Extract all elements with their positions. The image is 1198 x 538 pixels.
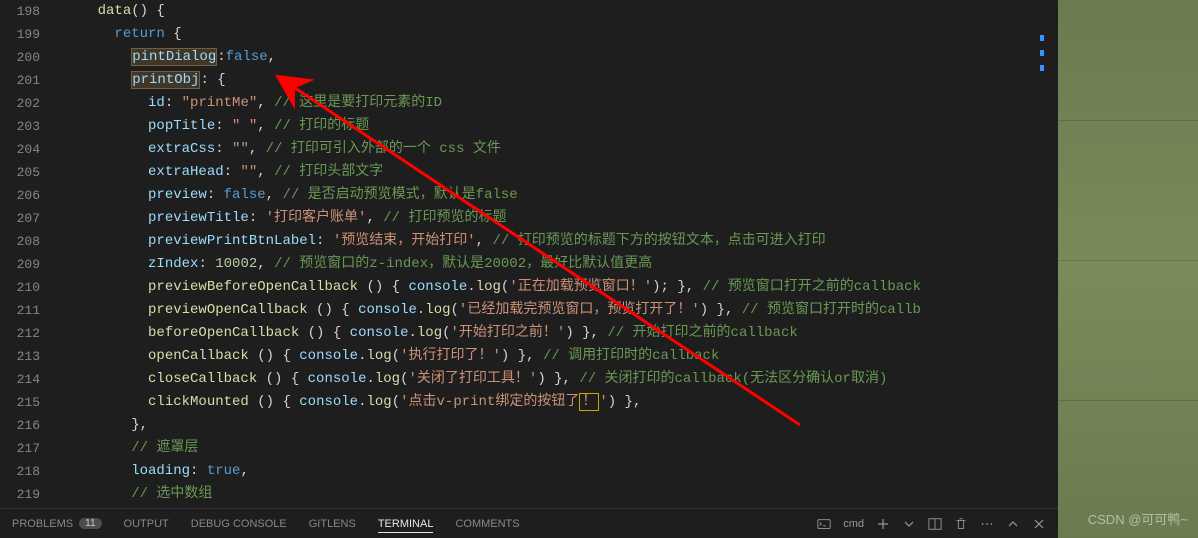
- code-line[interactable]: // 遮罩层: [64, 437, 1058, 460]
- line-number: 218: [0, 460, 40, 483]
- line-number: 198: [0, 0, 40, 23]
- terminal-icon: [817, 517, 831, 531]
- new-terminal-icon[interactable]: [876, 517, 890, 531]
- code-content[interactable]: data() { return { pintDialog:false, prin…: [60, 0, 1058, 508]
- trash-icon[interactable]: [954, 517, 968, 531]
- line-number: 202: [0, 92, 40, 115]
- maximize-icon[interactable]: [1006, 517, 1020, 531]
- code-line[interactable]: printObj: {: [64, 69, 1058, 92]
- line-number: 200: [0, 46, 40, 69]
- split-terminal-icon[interactable]: [928, 517, 942, 531]
- tab-output[interactable]: OUTPUT: [124, 518, 169, 530]
- watermark: CSDN @可可鸭~: [1088, 509, 1188, 528]
- code-line[interactable]: extraHead: "", // 打印头部文字: [64, 161, 1058, 184]
- tab-problems-label: PROBLEMS: [12, 518, 73, 530]
- terminal-shell-label: cmd: [843, 518, 864, 530]
- line-number: 207: [0, 207, 40, 230]
- line-number: 211: [0, 299, 40, 322]
- line-number: 210: [0, 276, 40, 299]
- line-number: 219: [0, 483, 40, 506]
- line-number: 212: [0, 322, 40, 345]
- code-line[interactable]: previewOpenCallback () { console.log('已经…: [64, 299, 1058, 322]
- line-number: 208: [0, 230, 40, 253]
- code-line[interactable]: beforeOpenCallback () { console.log('开始打…: [64, 322, 1058, 345]
- code-editor[interactable]: 1981992002012022032042052062072082092102…: [0, 0, 1058, 508]
- code-line[interactable]: pintDialog:false,: [64, 46, 1058, 69]
- code-line[interactable]: closeCallback () { console.log('关闭了打印工具！…: [64, 368, 1058, 391]
- bottom-panel-tabs: PROBLEMS 11 OUTPUT DEBUG CONSOLE GITLENS…: [0, 508, 1058, 538]
- line-number: 216: [0, 414, 40, 437]
- line-number: 204: [0, 138, 40, 161]
- code-line[interactable]: // 选中数组: [64, 483, 1058, 506]
- code-line[interactable]: previewBeforeOpenCallback () { console.l…: [64, 276, 1058, 299]
- code-line[interactable]: extraCss: "", // 打印可引入外部的一个 css 文件: [64, 138, 1058, 161]
- code-line[interactable]: popTitle: " ", // 打印的标题: [64, 115, 1058, 138]
- line-number: 206: [0, 184, 40, 207]
- line-number: 209: [0, 253, 40, 276]
- code-line[interactable]: openCallback () { console.log('执行打印了！') …: [64, 345, 1058, 368]
- close-panel-icon[interactable]: [1032, 517, 1046, 531]
- desktop-background: CSDN @可可鸭~: [1058, 0, 1198, 538]
- code-line[interactable]: clickMounted () { console.log('点击v-print…: [64, 391, 1058, 414]
- tab-comments[interactable]: COMMENTS: [455, 518, 519, 530]
- code-line[interactable]: id: "printMe", // 这里是要打印元素的ID: [64, 92, 1058, 115]
- line-number: 214: [0, 368, 40, 391]
- line-number: 201: [0, 69, 40, 92]
- code-line[interactable]: return {: [64, 23, 1058, 46]
- line-number: 213: [0, 345, 40, 368]
- code-line[interactable]: previewTitle: '打印客户账单', // 打印预览的标题: [64, 207, 1058, 230]
- more-icon[interactable]: [980, 517, 994, 531]
- chevron-down-icon[interactable]: [902, 517, 916, 531]
- problems-count-badge: 11: [79, 518, 101, 529]
- minimap[interactable]: [1040, 0, 1044, 506]
- line-number: 205: [0, 161, 40, 184]
- code-line[interactable]: },: [64, 414, 1058, 437]
- line-number: 203: [0, 115, 40, 138]
- code-line[interactable]: loading: true,: [64, 460, 1058, 483]
- tab-problems[interactable]: PROBLEMS 11: [12, 518, 102, 530]
- code-line[interactable]: zIndex: 10002, // 预览窗口的z-index，默认是20002，…: [64, 253, 1058, 276]
- tab-debug-console[interactable]: DEBUG CONSOLE: [191, 518, 287, 530]
- code-line[interactable]: data() {: [64, 0, 1058, 23]
- line-number: 199: [0, 23, 40, 46]
- editor-window: 1981992002012022032042052062072082092102…: [0, 0, 1058, 538]
- tab-gitlens[interactable]: GITLENS: [309, 518, 356, 530]
- line-number: 215: [0, 391, 40, 414]
- line-number-gutter: 1981992002012022032042052062072082092102…: [0, 0, 60, 508]
- code-line[interactable]: preview: false, // 是否启动预览模式，默认是false: [64, 184, 1058, 207]
- tab-terminal[interactable]: TERMINAL: [378, 518, 434, 533]
- line-number: 217: [0, 437, 40, 460]
- code-line[interactable]: previewPrintBtnLabel: '预览结束，开始打印', // 打印…: [64, 230, 1058, 253]
